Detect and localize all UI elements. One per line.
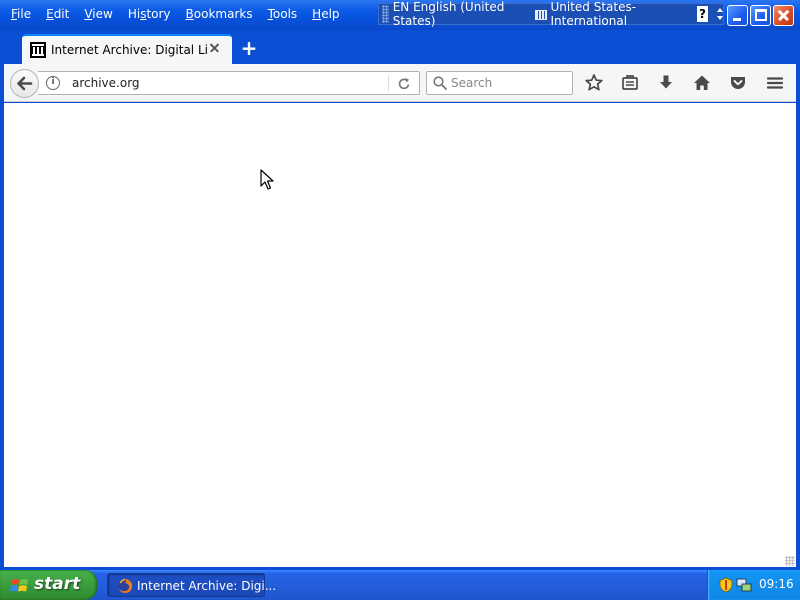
menu-edit-label: dit (53, 7, 70, 21)
navigation-toolbar: i archive.org (4, 64, 796, 102)
new-tab-button[interactable]: + (238, 38, 260, 60)
start-button[interactable]: start (0, 570, 97, 600)
menu-bookmarks-label: ookmarks (193, 7, 253, 21)
close-icon (774, 6, 793, 25)
security-shield-icon[interactable] (718, 577, 734, 593)
minimize-icon (733, 18, 741, 21)
keyboard-icon (535, 10, 548, 20)
bookmark-star-icon[interactable] (583, 72, 605, 94)
home-icon[interactable] (691, 72, 713, 94)
page-content[interactable] (4, 103, 796, 567)
back-arrow-icon (17, 76, 33, 91)
menu-edit[interactable]: Edit (39, 0, 77, 28)
menu-help-accel: H (312, 7, 322, 21)
menu-view-label: iew (92, 7, 113, 21)
menu-bookmarks[interactable]: Bookmarks (179, 0, 261, 28)
taskbar: start Internet Archive: Digi... 09:16 (0, 570, 800, 600)
language-bar-options-icon[interactable] (716, 6, 724, 22)
maximize-icon (755, 9, 767, 21)
system-tray: 09:16 (707, 570, 800, 600)
taskbar-item-label: Internet Archive: Digi... (137, 579, 277, 593)
pocket-icon[interactable] (727, 72, 749, 94)
archive-building-icon (30, 42, 46, 58)
clock: 09:16 (759, 577, 794, 591)
menu-file-label: ile (17, 7, 32, 21)
taskbar-item-firefox[interactable]: Internet Archive: Digi... (107, 573, 276, 597)
network-icon[interactable] (736, 577, 752, 593)
language-selector[interactable]: EN English (United States) (393, 0, 526, 28)
search-icon (433, 76, 447, 90)
resize-grip[interactable] (785, 556, 795, 566)
tab-internet-archive[interactable]: Internet Archive: Digital Libra... (22, 34, 232, 65)
tab-strip: Internet Archive: Digital Libra... + (0, 30, 800, 65)
menu-edit-accel: E (46, 7, 54, 21)
menu-help-label: elp (321, 7, 340, 21)
language-bar: EN English (United States) United States… (378, 0, 724, 28)
tab-close-icon[interactable] (209, 42, 221, 54)
url-bar-divider (388, 75, 389, 91)
bookmarks-menu-icon[interactable] (619, 72, 641, 94)
language-bar-grip[interactable] (382, 5, 389, 23)
start-label: start (34, 574, 81, 594)
menu-help[interactable]: Help (305, 0, 347, 28)
menu-history-label: tory (146, 7, 171, 21)
menu-bar: File Edit View History Bookmarks Tools H… (4, 0, 348, 28)
menu-history-pre: Hi (127, 7, 141, 21)
window-titlebar: File Edit View History Bookmarks Tools H… (0, 0, 800, 30)
site-info-icon[interactable]: i (46, 76, 60, 90)
maximize-button[interactable] (750, 5, 771, 26)
minimize-button[interactable] (727, 5, 748, 26)
menu-tools[interactable]: Tools (261, 0, 306, 28)
menu-history[interactable]: History (121, 0, 179, 28)
search-input[interactable] (451, 73, 569, 93)
language-help-icon[interactable]: ? (696, 6, 709, 22)
menu-bookmarks-accel: B (185, 7, 194, 21)
windows-logo-icon (10, 579, 28, 592)
url-text[interactable]: archive.org (72, 76, 140, 90)
search-bar[interactable] (426, 71, 573, 95)
mouse-pointer-icon (260, 169, 274, 190)
url-bar[interactable]: i archive.org (38, 71, 420, 95)
tab-title: Internet Archive: Digital Libra... (51, 43, 207, 57)
close-button[interactable] (773, 5, 794, 26)
keyboard-layout-selector[interactable]: United States-International (550, 0, 686, 28)
firefox-icon (118, 578, 133, 593)
menu-tools-label: ools (272, 7, 298, 21)
reload-icon[interactable] (395, 75, 413, 93)
back-button[interactable] (10, 69, 39, 98)
menu-view[interactable]: View (77, 0, 120, 28)
menu-file[interactable]: File (4, 0, 39, 28)
hamburger-menu-icon[interactable] (764, 72, 786, 94)
downloads-icon[interactable] (655, 72, 677, 94)
